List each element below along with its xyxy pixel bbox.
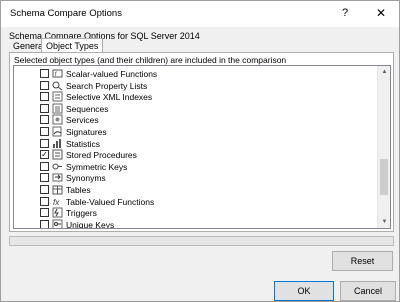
- object-type-checkbox[interactable]: [40, 196, 49, 206]
- list-item[interactable]: Synonyms: [14, 172, 377, 184]
- list-item[interactable]: fx Table-Valued Functions: [14, 196, 377, 208]
- object-type-label: Stored Procedures: [66, 150, 137, 161]
- list-item[interactable]: Statistics: [14, 138, 377, 150]
- list-item[interactable]: Unique Keys: [14, 219, 377, 229]
- list-item[interactable]: Triggers: [14, 207, 377, 219]
- scroll-up-icon[interactable]: ▲: [378, 66, 390, 78]
- title-bar: Schema Compare Options ? ✕: [1, 1, 399, 27]
- object-type-label: Triggers: [66, 208, 97, 219]
- list-item[interactable]: ✓ Stored Procedures: [14, 149, 377, 161]
- object-type-checkbox[interactable]: [40, 208, 49, 218]
- table-icon: [52, 184, 63, 195]
- help-button[interactable]: ?: [334, 2, 356, 24]
- xml-index-icon: [52, 91, 63, 102]
- list-item[interactable]: Signatures: [14, 126, 377, 138]
- ok-button[interactable]: OK: [274, 281, 334, 301]
- object-types-rows: f Scalar-valued Functions Search Property …: [14, 66, 377, 228]
- object-type-label: Scalar-valued Functions: [66, 69, 158, 79]
- list-item[interactable]: Tables: [14, 184, 377, 196]
- object-type-checkbox[interactable]: [40, 80, 49, 90]
- object-type-checkbox[interactable]: [40, 138, 49, 148]
- signature-icon: [52, 126, 63, 137]
- search-property-icon: [52, 80, 63, 91]
- synonym-icon: [52, 172, 63, 183]
- object-type-checkbox[interactable]: [40, 127, 49, 136]
- list-item[interactable]: Search Property Lists: [14, 80, 377, 92]
- function-icon: f: [52, 68, 63, 79]
- trigger-icon: [52, 207, 63, 218]
- object-type-label: Symmetric Keys: [66, 161, 128, 172]
- table-function-icon: fx: [52, 196, 63, 207]
- object-type-checkbox[interactable]: [40, 185, 49, 194]
- object-types-panel: Selected object types (and their childre…: [9, 52, 394, 232]
- sequence-icon: [52, 103, 63, 114]
- cancel-button[interactable]: Cancel: [340, 281, 396, 301]
- vertical-scrollbar[interactable]: ▲ ▼: [377, 66, 390, 228]
- object-type-label: Selective XML Indexes: [66, 92, 153, 103]
- stored-procedure-icon: [52, 149, 63, 160]
- object-type-label: Signatures: [66, 127, 107, 137]
- object-type-checkbox[interactable]: [40, 161, 49, 171]
- svg-text:fx: fx: [53, 198, 60, 207]
- list-item[interactable]: Services: [14, 114, 377, 126]
- window-title: Schema Compare Options: [10, 8, 122, 19]
- service-icon: [52, 114, 63, 125]
- object-type-checkbox[interactable]: [40, 115, 49, 125]
- list-item[interactable]: Sequences: [14, 103, 377, 115]
- object-type-label: Statistics: [66, 138, 101, 149]
- object-type-label: Unique Keys: [66, 219, 115, 229]
- scroll-down-icon[interactable]: ▼: [378, 216, 390, 228]
- object-type-label: Search Property Lists: [66, 80, 148, 91]
- statistics-icon: [52, 138, 63, 149]
- schema-compare-options-dialog: Schema Compare Options ? ✕ Schema Compar…: [0, 0, 400, 302]
- list-item[interactable]: Selective XML Indexes: [14, 91, 377, 103]
- scrollbar-thumb[interactable]: [380, 159, 388, 195]
- object-type-checkbox[interactable]: [40, 219, 49, 228]
- object-type-checkbox[interactable]: [40, 92, 49, 102]
- reset-button[interactable]: Reset: [332, 251, 393, 271]
- key-icon: [52, 161, 63, 172]
- object-type-label: Tables: [66, 185, 91, 195]
- object-type-checkbox[interactable]: [40, 103, 49, 113]
- list-item[interactable]: Symmetric Keys: [14, 161, 377, 173]
- list-item[interactable]: f Scalar-valued Functions: [14, 68, 377, 80]
- object-type-label: Table-Valued Functions: [66, 196, 155, 207]
- close-button[interactable]: ✕: [368, 2, 394, 24]
- object-type-checkbox[interactable]: [40, 173, 49, 183]
- object-type-checkbox[interactable]: [40, 69, 49, 78]
- object-type-label: Sequences: [66, 103, 109, 114]
- object-type-label: Synonyms: [66, 173, 106, 184]
- progress-bar: [9, 236, 394, 246]
- unique-key-icon: [52, 219, 63, 228]
- object-type-label: Services: [66, 115, 99, 126]
- object-types-list[interactable]: f Scalar-valued Functions Search Property …: [13, 65, 391, 229]
- object-type-checkbox[interactable]: ✓: [40, 150, 49, 160]
- panel-description: Selected object types (and their childre…: [14, 55, 287, 65]
